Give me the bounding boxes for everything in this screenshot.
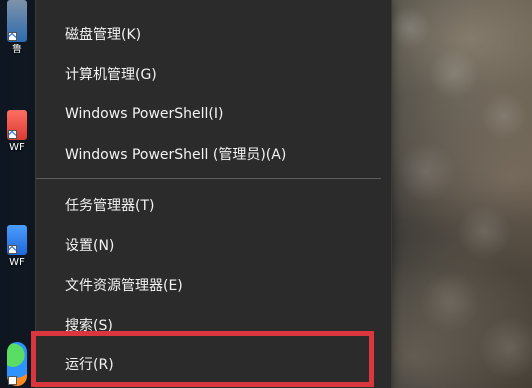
desktop-shortcut-1[interactable]: 鲁 xyxy=(5,0,29,55)
menu-item-settings[interactable]: 设置(N) xyxy=(36,229,391,261)
menu-item-label: 搜索(S) xyxy=(65,318,113,334)
shortcut-arrow-icon xyxy=(7,130,17,140)
shortcut-arrow-icon xyxy=(7,245,17,255)
desktop-shortcut-label: WF xyxy=(9,257,25,268)
menu-item-label: Windows PowerShell(I) xyxy=(65,106,224,122)
desktop-shortcut-3[interactable]: WF xyxy=(5,225,29,268)
app-icon xyxy=(7,342,27,386)
menu-item-label: Windows PowerShell (管理员)(A) xyxy=(65,147,287,163)
menu-item-search[interactable]: 搜索(S) xyxy=(36,309,391,341)
app-icon xyxy=(7,225,27,255)
menu-item-label: 计算机管理(G) xyxy=(65,67,157,83)
menu-item-label: 磁盘管理(K) xyxy=(65,27,142,43)
desktop-shortcut-label: 鲁 xyxy=(12,44,22,55)
menu-item-label: 文件资源管理器(E) xyxy=(65,278,183,294)
start-context-menu: 磁盘管理(K) 计算机管理(G) Windows PowerShell(I) W… xyxy=(36,0,391,388)
app-icon xyxy=(7,110,27,140)
desktop-shortcut-2[interactable]: WF xyxy=(5,110,29,153)
menu-separator xyxy=(36,178,381,179)
menu-item-label: 运行(R) xyxy=(65,357,114,373)
menu-item-run[interactable]: 运行(R) xyxy=(36,348,391,380)
menu-item-file-explorer[interactable]: 文件资源管理器(E) xyxy=(36,269,391,301)
menu-item-label: 设置(N) xyxy=(65,238,115,254)
desktop-shortcut-label: WF xyxy=(9,142,25,153)
menu-item-disk-management[interactable]: 磁盘管理(K) xyxy=(36,18,391,50)
menu-item-partial[interactable] xyxy=(36,0,391,14)
app-icon xyxy=(7,0,27,42)
shortcut-arrow-icon xyxy=(7,32,17,42)
menu-item-powershell[interactable]: Windows PowerShell(I) xyxy=(36,98,391,130)
menu-item-task-manager[interactable]: 任务管理器(T) xyxy=(36,189,391,221)
menu-item-computer-management[interactable]: 计算机管理(G) xyxy=(36,58,391,90)
menu-item-label: 任务管理器(T) xyxy=(65,198,155,214)
menu-item-powershell-admin[interactable]: Windows PowerShell (管理员)(A) xyxy=(36,138,391,170)
desktop-shortcut-4[interactable] xyxy=(5,342,29,388)
